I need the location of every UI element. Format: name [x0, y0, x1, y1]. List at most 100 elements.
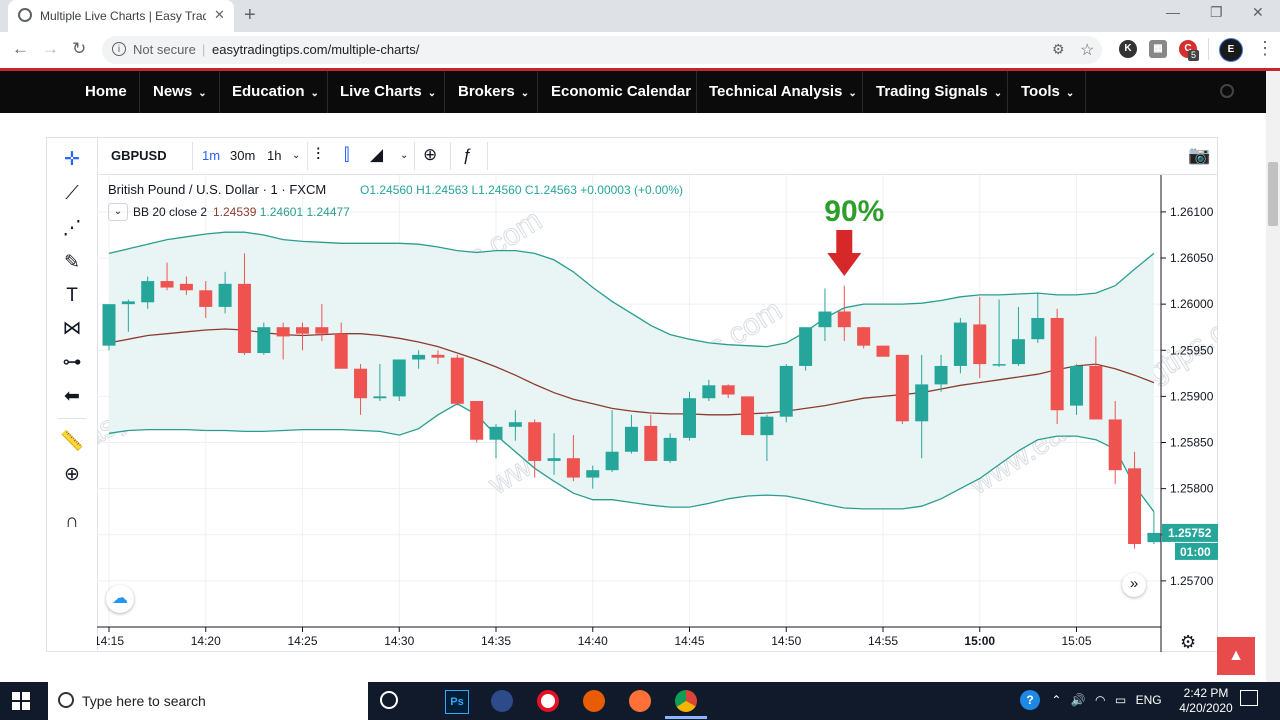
battery-icon[interactable]: ▭ [1115, 693, 1126, 707]
interval-1m[interactable]: 1m [202, 148, 220, 163]
nav-education[interactable]: Education ⌄ [232, 83, 319, 100]
interval-30m[interactable]: 30m [230, 148, 255, 163]
area-chart-icon[interactable]: ◢ [370, 145, 383, 165]
price-chart[interactable]: www.easytradingtips.comwww.easytradingti… [97, 175, 1218, 652]
back-icon[interactable]: ← [12, 39, 29, 59]
translate-icon[interactable]: ⚙ [1052, 41, 1065, 58]
collapse-legend-button[interactable]: ⌄ [108, 203, 128, 221]
app-icon[interactable] [583, 690, 605, 712]
extension-puzzle-icon[interactable]: ▦ [1149, 40, 1167, 58]
symbol-search[interactable]: GBPUSD [111, 148, 167, 163]
close-window-icon[interactable]: ✕ [1252, 4, 1264, 21]
chevron-down-icon[interactable]: ⌄ [400, 150, 408, 161]
nav-brokers[interactable]: Brokers ⌄ [458, 83, 529, 100]
time-tick-label: 15:00 [964, 634, 995, 648]
candle-body [721, 385, 735, 395]
info-icon[interactable]: i [112, 42, 126, 56]
nav-divider [696, 71, 697, 113]
magnet-icon[interactable]: ∩ [59, 509, 85, 535]
text-tool-icon[interactable]: T [59, 283, 85, 309]
time-tick-label: 14:30 [384, 634, 414, 648]
candle [799, 327, 813, 371]
candles-icon[interactable]: ⫿ [344, 145, 349, 165]
profile-avatar[interactable]: E [1219, 38, 1243, 62]
reload-icon[interactable]: ↻ [72, 39, 86, 59]
notifications-icon[interactable] [1240, 690, 1258, 706]
scroll-to-realtime-button[interactable]: » [1122, 573, 1146, 597]
zoom-in-icon[interactable]: ⊕ [59, 462, 85, 488]
nav-live-charts[interactable]: Live Charts ⌄ [340, 83, 436, 100]
nav-tools[interactable]: Tools ⌄ [1021, 83, 1074, 100]
chrome-icon[interactable] [675, 690, 697, 712]
indicators-icon[interactable]: ƒ [462, 145, 471, 165]
taskbar-clock[interactable]: 2:42 PM 4/20/2020 [1176, 686, 1236, 716]
opera-icon[interactable] [537, 690, 559, 712]
taskbar-search[interactable]: Type here to search [48, 682, 368, 720]
chart-settings-gear-icon[interactable]: ⚙ [1180, 632, 1196, 653]
tab-close-icon[interactable]: ✕ [214, 7, 225, 23]
bar-style-icon[interactable]: ⫶ [316, 145, 320, 165]
compare-add-icon[interactable]: ⊕ [423, 145, 437, 165]
camera-icon[interactable]: 📷 [1188, 145, 1210, 166]
nav-news[interactable]: News ⌄ [153, 83, 207, 100]
paint-app-icon[interactable] [491, 690, 513, 712]
tradingview-logo-icon[interactable]: ☁ [106, 585, 134, 613]
volume-icon[interactable]: 🔊 [1071, 693, 1086, 707]
chevron-down-icon: ⌄ [993, 88, 1003, 99]
new-tab-button[interactable]: + [244, 4, 256, 27]
extension-k-icon[interactable]: K [1119, 40, 1137, 58]
nav-home[interactable]: Home [85, 83, 127, 100]
trend-line-icon[interactable]: ⟋ [59, 181, 85, 207]
chevron-up-icon[interactable]: ⌃ [1051, 693, 1061, 707]
language-indicator[interactable]: ENG [1136, 693, 1162, 707]
candle-body [586, 470, 600, 478]
bb-lower-value: 1.24477 [306, 205, 350, 219]
browser-tab[interactable]: Multiple Live Charts | Easy Tradin ✕ [8, 0, 234, 32]
url-text[interactable]: easytradingtips.com/multiple-charts/ [212, 42, 419, 57]
interval-1h[interactable]: 1h [267, 148, 281, 163]
toolbar-divider [192, 142, 193, 170]
prediction-icon[interactable]: ⊶ [59, 350, 85, 376]
candle-body [218, 283, 232, 307]
nav-technical-analysis[interactable]: Technical Analysis ⌄ [709, 83, 857, 100]
firefox-icon[interactable] [629, 690, 651, 712]
restore-icon[interactable]: ❐ [1210, 4, 1223, 21]
candle-body [683, 398, 696, 438]
task-view-icon[interactable] [380, 691, 398, 709]
ohlc-low: L1.24560 [471, 183, 522, 197]
arrow-left-icon[interactable]: ⬅ [59, 384, 85, 410]
bookmark-star-icon[interactable]: ☆ [1080, 40, 1094, 60]
candle-body [837, 311, 851, 328]
forward-icon[interactable]: → [42, 39, 59, 59]
candle-body [160, 281, 174, 288]
brush-icon[interactable]: ✎ [59, 250, 85, 276]
chevron-down-icon[interactable]: ⌄ [292, 150, 300, 161]
crosshair-icon[interactable]: ✛ [59, 147, 85, 173]
candle [1050, 308, 1064, 425]
annotation-text: 90% [824, 195, 884, 228]
clock-date: 4/20/2020 [1179, 701, 1233, 715]
candle-body [1050, 317, 1064, 411]
wifi-icon[interactable]: ◠ [1095, 693, 1105, 707]
minimize-icon[interactable]: — [1166, 4, 1180, 20]
bb-indicator-label[interactable]: BB 20 close 2 [133, 205, 207, 219]
candle-body [1070, 365, 1083, 406]
help-icon[interactable]: ? [1020, 690, 1040, 710]
menu-kebab-icon[interactable]: ⋮ [1256, 38, 1274, 59]
address-bar[interactable]: i Not secure | easytradingtips.com/multi… [102, 36, 1102, 64]
price-tick-label: 1.26100 [1170, 205, 1214, 219]
ohlc-change: +0.00003 (+0.00%) [580, 183, 683, 197]
candle [876, 345, 890, 357]
ruler-icon[interactable]: 📏 [59, 429, 85, 455]
photoshop-icon[interactable]: Ps [445, 690, 469, 714]
site-search-icon[interactable] [1220, 84, 1234, 98]
globe-icon [18, 8, 32, 22]
scroll-to-top-button[interactable]: ▲ [1217, 637, 1255, 675]
pattern-icon[interactable]: ⋈ [59, 316, 85, 342]
candle-body [644, 425, 658, 461]
nav-trading-signals[interactable]: Trading Signals ⌄ [876, 83, 1002, 100]
page-scrollbar-thumb[interactable] [1268, 162, 1278, 226]
windows-start-icon[interactable] [12, 692, 30, 713]
fib-tools-icon[interactable]: ⋰ [59, 216, 85, 242]
nav-economic-calendar[interactable]: Economic Calendar [551, 83, 691, 100]
